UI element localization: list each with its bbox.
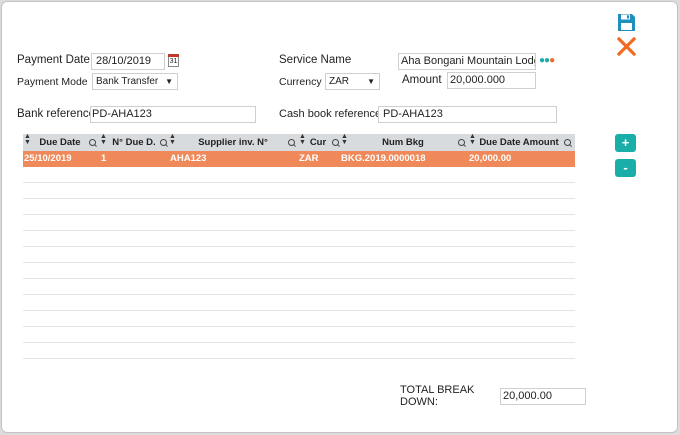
service-name-label: Service Name — [279, 54, 352, 66]
close-button[interactable] — [616, 36, 637, 57]
cash-book-reference-field[interactable]: PD-AHA123 — [378, 106, 557, 123]
search-icon[interactable] — [89, 139, 96, 146]
table-row-empty[interactable] — [23, 167, 575, 183]
total-breakdown-field: 20,000.00 — [500, 388, 586, 405]
service-name-field[interactable]: Aha Bongani Mountain Lodge — [398, 53, 536, 70]
table-row-empty[interactable] — [23, 247, 575, 263]
payment-date-label: Payment Date — [17, 54, 90, 66]
column-header-due-date-amount[interactable]: Due Date Amount — [479, 134, 559, 151]
table-row-empty[interactable] — [23, 279, 575, 295]
sort-icon[interactable]: ▲ ▼ — [24, 133, 31, 146]
currency-label: Currency — [279, 76, 322, 88]
due-dates-grid: ▲ ▼ Due Date ▲ ▼ N° Due D. ▲ ▼ Supplier inv… — [23, 133, 575, 361]
save-button[interactable] — [617, 13, 636, 32]
cash-book-reference-label: Cash book reference: — [279, 108, 385, 120]
total-breakdown-label-line2: DOWN: — [400, 396, 438, 408]
total-breakdown-label: TOTAL BREAK DOWN: — [400, 384, 474, 408]
search-icon[interactable] — [288, 139, 295, 146]
column-header-due-number[interactable]: N° Due D. — [109, 134, 159, 151]
column-header-due-date[interactable]: Due Date — [31, 134, 89, 151]
table-row-empty[interactable] — [23, 199, 575, 215]
table-row-empty[interactable] — [23, 215, 575, 231]
remove-row-button[interactable]: - — [615, 159, 636, 177]
close-icon — [616, 36, 637, 57]
table-row-empty[interactable] — [23, 327, 575, 343]
total-breakdown-label-line1: TOTAL BREAK — [400, 384, 475, 396]
search-icon[interactable] — [160, 139, 167, 146]
sort-icon[interactable]: ▲ ▼ — [299, 133, 306, 146]
search-icon[interactable] — [564, 139, 571, 146]
table-row-empty[interactable] — [23, 295, 575, 311]
table-row-empty[interactable] — [23, 263, 575, 279]
currency-select[interactable]: ZAR ▼ — [325, 73, 380, 90]
sort-icon[interactable]: ▲ ▼ — [469, 133, 476, 146]
payment-date-field[interactable]: 28/10/2019 — [91, 53, 165, 70]
table-row[interactable]: 25/10/2019 1 AHA123 ZAR BKG.2019.0000018… — [23, 151, 575, 167]
cell-currency: ZAR — [299, 153, 319, 164]
amount-label: Amount — [402, 74, 442, 86]
table-row-empty[interactable] — [23, 231, 575, 247]
search-icon[interactable] — [332, 139, 339, 146]
bank-reference-label: Bank reference: — [17, 108, 99, 120]
cell-num-booking: BKG.2019.0000018 — [341, 153, 426, 164]
cell-amount: 20,000.00 — [469, 153, 512, 164]
column-header-currency[interactable]: Cur — [307, 134, 329, 151]
column-header-supplier-invoice[interactable]: Supplier inv. N° — [193, 134, 273, 151]
payment-mode-label: Payment Mode — [17, 76, 88, 88]
table-row-empty[interactable] — [23, 311, 575, 327]
sort-icon[interactable]: ▲ ▼ — [341, 133, 348, 146]
cell-due-number: 1 — [101, 153, 107, 164]
sort-icon[interactable]: ▲ ▼ — [100, 133, 107, 146]
chevron-down-icon: ▼ — [165, 77, 173, 86]
more-options-icon[interactable]: ●●● — [539, 55, 555, 66]
table-row-empty[interactable] — [23, 343, 575, 359]
cell-supplier-invoice: AHA123 — [170, 153, 207, 164]
add-row-button[interactable]: + — [615, 134, 636, 152]
payment-mode-select[interactable]: Bank Transfer ▼ — [92, 73, 178, 90]
payment-dialog: Payment Date 28/10/2019 31 Service Name … — [1, 1, 678, 433]
calendar-icon[interactable]: 31 — [168, 54, 179, 67]
table-row-empty[interactable] — [23, 183, 575, 199]
chevron-down-icon: ▼ — [367, 77, 375, 86]
cell-due-date: 25/10/2019 — [24, 153, 72, 164]
sort-icon[interactable]: ▲ ▼ — [169, 133, 176, 146]
floppy-disk-icon — [618, 14, 635, 31]
currency-value: ZAR — [329, 76, 349, 87]
search-icon[interactable] — [458, 139, 465, 146]
amount-field[interactable]: 20,000.000 — [447, 72, 536, 89]
payment-mode-value: Bank Transfer — [96, 76, 159, 87]
column-header-num-booking[interactable]: Num Bkg — [378, 134, 428, 151]
grid-header: ▲ ▼ Due Date ▲ ▼ N° Due D. ▲ ▼ Supplier inv… — [23, 133, 575, 151]
bank-reference-field[interactable]: PD-AHA123 — [90, 106, 256, 123]
